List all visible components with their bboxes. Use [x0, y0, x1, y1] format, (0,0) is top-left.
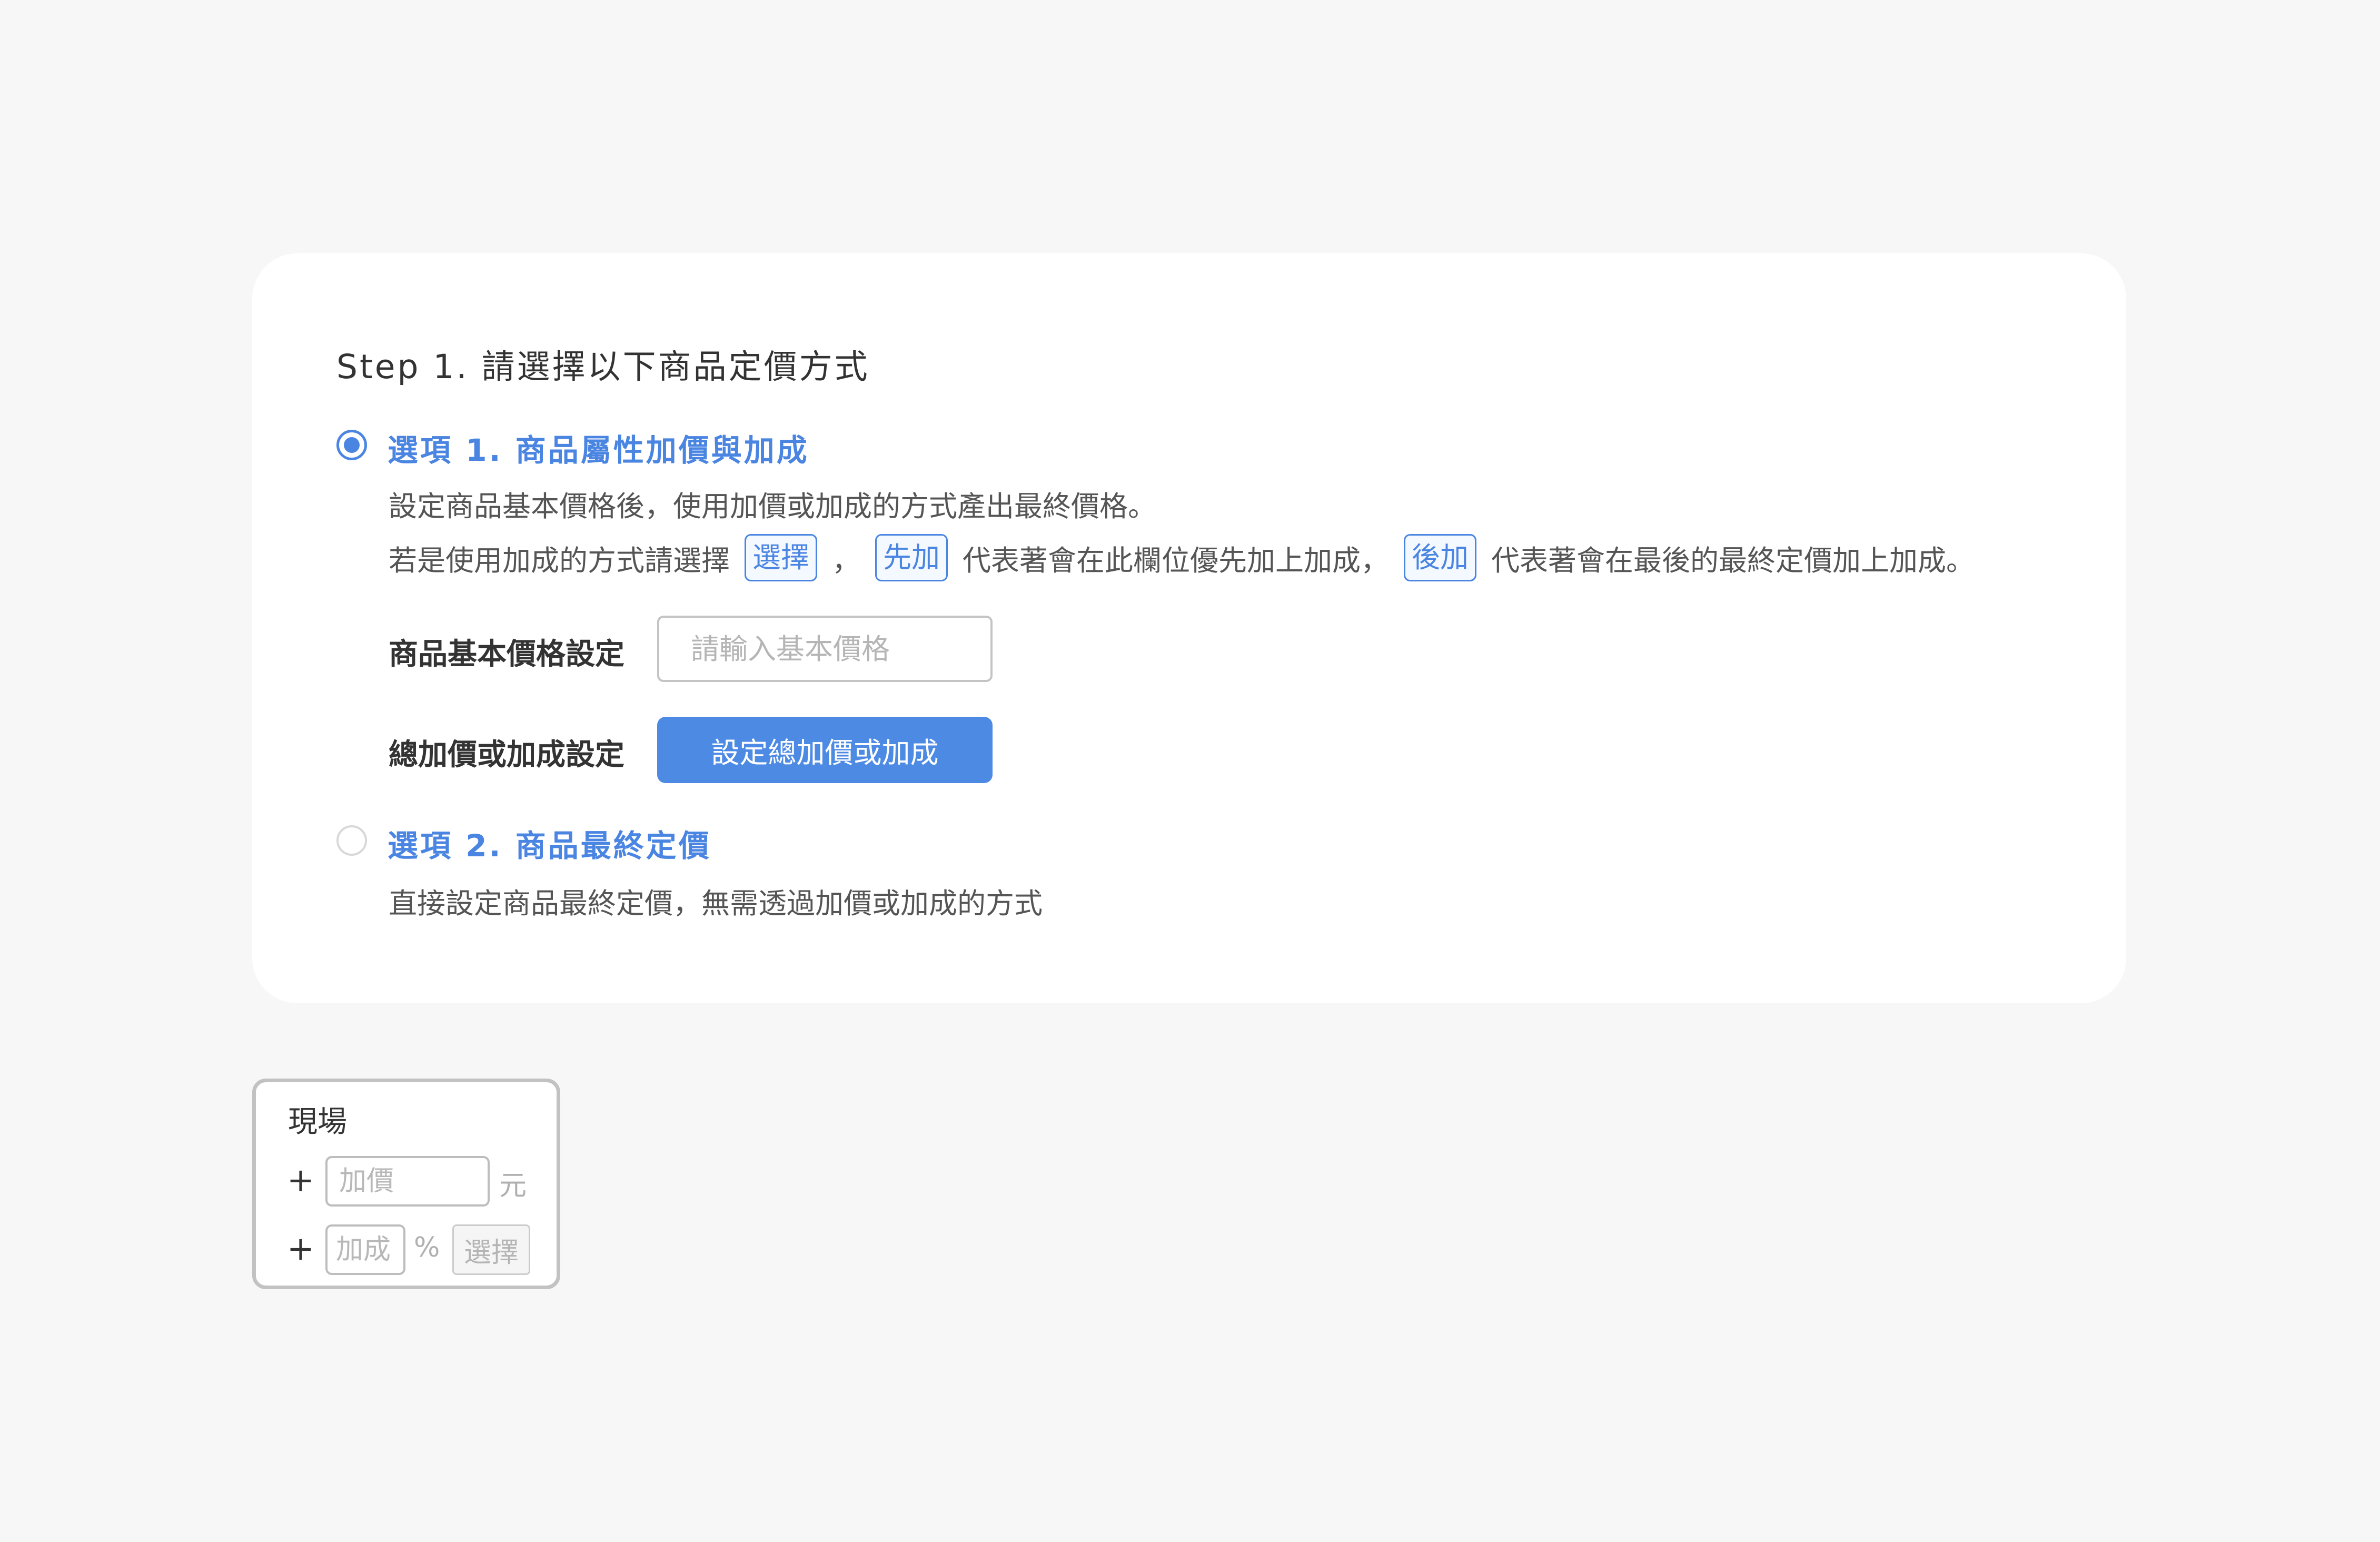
- total-markup-label: 總加價或加成設定: [389, 738, 624, 772]
- option2-radio[interactable]: [336, 825, 367, 856]
- step-title: Step 1. 請選擇以下商品定價方式: [336, 348, 870, 386]
- markup-order-select[interactable]: 選擇: [452, 1224, 530, 1275]
- markup-amount-input[interactable]: [325, 1156, 490, 1207]
- option1-label[interactable]: 選項 1. 商品屬性加價與加成: [388, 426, 809, 470]
- desc-suffix: 代表著會在最後的最終定價加上加成。: [1491, 543, 1975, 577]
- onsite-markup-preview: 現場 + 元 + % 選擇: [252, 1079, 560, 1289]
- percent-unit: %: [414, 1232, 440, 1263]
- set-total-markup-button[interactable]: 設定總加價或加成: [657, 717, 993, 783]
- option2-description: 直接設定商品最終定價，無需透過加價或加成的方式: [389, 887, 1043, 920]
- currency-unit: 元: [499, 1170, 527, 1202]
- option1-radio[interactable]: [336, 430, 367, 460]
- tag-add-after: 後加: [1404, 534, 1476, 581]
- desc-prefix: 若是使用加成的方式請選擇: [389, 543, 730, 577]
- desc-comma: ，: [832, 543, 860, 577]
- tag-select: 選擇: [745, 534, 817, 581]
- plus-icon: +: [287, 1161, 314, 1199]
- option1-description: 設定商品基本價格後，使用加價或加成的方式產出最終價格。: [389, 490, 1156, 523]
- tag-add-first: 先加: [875, 534, 948, 581]
- radio-selected-dot: [344, 437, 360, 453]
- option2-label[interactable]: 選項 2. 商品最終定價: [388, 821, 711, 865]
- markup-percent-input[interactable]: [325, 1224, 405, 1275]
- base-price-label: 商品基本價格設定: [389, 637, 624, 671]
- desc-middle: 代表著會在此欄位優先加上加成，: [963, 543, 1389, 577]
- preview-title: 現場: [288, 1105, 347, 1139]
- plus-icon: +: [287, 1229, 314, 1268]
- pricing-method-card: Step 1. 請選擇以下商品定價方式 選項 1. 商品屬性加價與加成 設定商品…: [252, 253, 2126, 1003]
- base-price-input[interactable]: [657, 616, 993, 682]
- option1-description-line2: 若是使用加成的方式請選擇 選擇 ， 先加 代表著會在此欄位優先加上加成， 後加 …: [389, 532, 1975, 583]
